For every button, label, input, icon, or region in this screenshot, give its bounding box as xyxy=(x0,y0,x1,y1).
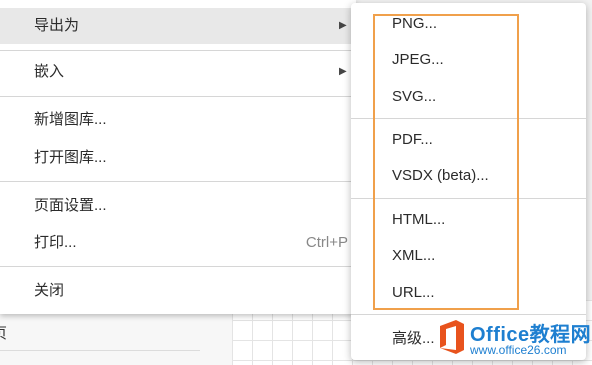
watermark-url: www.office26.com xyxy=(470,343,567,357)
menu-item-print[interactable]: 打印... Ctrl+P xyxy=(0,225,356,261)
shortcut-hint: Ctrl+P xyxy=(305,234,348,251)
side-panel-divider xyxy=(0,350,200,351)
menu-separator xyxy=(0,181,356,182)
file-menu: 导出为 ▶ 嵌入 ▶ 新增图库... 打开图库... 页面设置... 打印...… xyxy=(0,0,356,314)
menu-item-label: 新增图库... xyxy=(34,111,107,128)
menu-item-label: 打印... xyxy=(34,234,77,251)
menu-separator xyxy=(0,50,356,51)
menu-item-page-setup[interactable]: 页面设置... xyxy=(0,188,356,224)
side-panel-label: 页 xyxy=(0,322,7,343)
office-logo-icon xyxy=(440,320,464,354)
menu-item-label: 页面设置... xyxy=(34,197,107,214)
menu-separator xyxy=(0,266,356,267)
menu-item-open-library[interactable]: 打开图库... xyxy=(0,140,356,176)
menu-item-label: 导出为 xyxy=(34,17,80,34)
submenu-separator xyxy=(351,314,586,315)
submenu-arrow-icon: ▶ xyxy=(339,20,347,31)
menu-item-new-library[interactable]: 新增图库... xyxy=(0,102,356,138)
menu-item-label: 嵌入 xyxy=(34,63,65,80)
menu-item-label: 关闭 xyxy=(34,282,65,299)
submenu-item-label: 高级... xyxy=(392,330,435,347)
menu-item-embed[interactable]: 嵌入 ▶ xyxy=(0,54,356,90)
menu-item-label: 打开图库... xyxy=(34,149,107,166)
menu-separator xyxy=(0,96,356,97)
menu-item-close[interactable]: 关闭 xyxy=(0,273,356,309)
menu-item-export-as[interactable]: 导出为 ▶ xyxy=(0,8,356,44)
submenu-arrow-icon: ▶ xyxy=(339,66,347,77)
watermark: Office教程网 www.office26.com xyxy=(436,318,592,364)
annotation-highlight-box xyxy=(373,14,519,310)
